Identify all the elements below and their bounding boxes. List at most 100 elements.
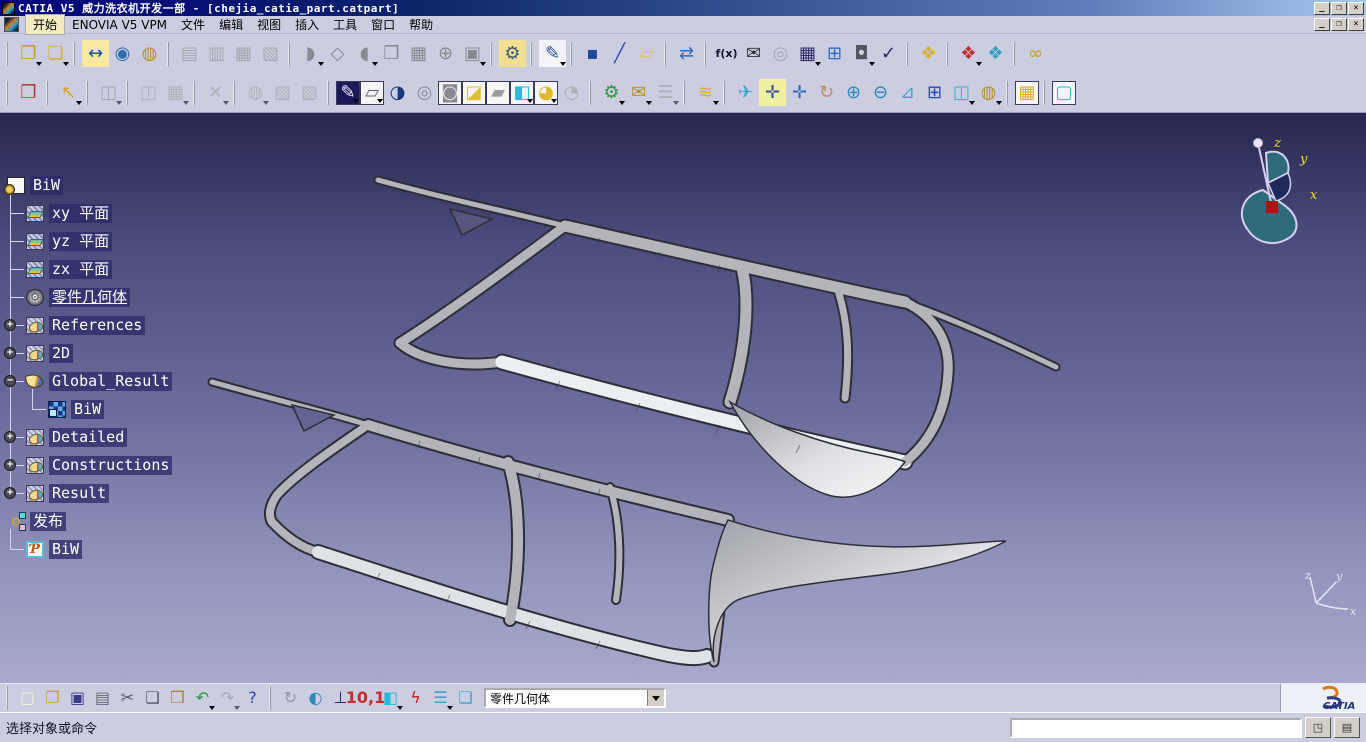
menu-视图[interactable]: 视图 <box>250 15 288 34</box>
swap-space-icon[interactable]: ▢ <box>1052 81 1076 105</box>
dropdown-arrow[interactable] <box>63 62 69 66</box>
fit-all-icon[interactable]: ✛ <box>759 79 786 106</box>
body-selector-combo[interactable]: 零件几何体 <box>484 688 666 708</box>
menu-工具[interactable]: 工具 <box>326 15 364 34</box>
tree-label[interactable]: BiW <box>30 176 63 195</box>
toolbar-handle[interactable] <box>1006 81 1010 105</box>
menu-窗口[interactable]: 窗口 <box>364 15 402 34</box>
toolbar-handle[interactable] <box>1013 42 1017 66</box>
split-solid-icon[interactable]: ◖ <box>351 40 378 67</box>
multi-section-icon[interactable]: ◑ <box>384 79 411 106</box>
tree-label[interactable]: Global_Result <box>49 372 172 391</box>
dropdown-arrow[interactable] <box>996 101 1002 105</box>
tree-label[interactable]: BiW <box>49 540 82 559</box>
tree-label[interactable]: References <box>49 316 145 335</box>
lock-icon[interactable]: ◘ <box>848 40 875 67</box>
hole-icon[interactable]: ◙ <box>438 81 462 105</box>
dropdown-arrow[interactable] <box>713 101 719 105</box>
toolbar-handle[interactable] <box>269 686 273 710</box>
update-gears-icon[interactable]: ⚙ <box>598 79 625 106</box>
zoom-in-icon[interactable]: ⊕ <box>840 79 867 106</box>
print-icon[interactable]: ▤ <box>90 686 115 711</box>
toolbar-handle[interactable] <box>327 81 331 105</box>
rotate-icon[interactable]: ↻ <box>813 79 840 106</box>
open-folder-arrow-icon[interactable]: ❏ <box>42 40 69 67</box>
fly-mode-icon[interactable]: ✈ <box>732 79 759 106</box>
toolbar-handle[interactable] <box>570 42 574 66</box>
close-button[interactable]: ✕ <box>1348 2 1364 15</box>
document-template-icon[interactable]: ❖ <box>982 40 1009 67</box>
tree-item-References[interactable]: + References <box>2 311 262 339</box>
multi-view-icon[interactable]: ⊞ <box>921 79 948 106</box>
dropdown-arrow[interactable] <box>527 99 533 103</box>
tree-expander[interactable]: + <box>4 347 16 359</box>
tree-item-零件几何体[interactable]: ⚙零件几何体 <box>2 283 262 311</box>
import-data-icon[interactable]: ❒ <box>15 79 42 106</box>
menu-文件[interactable]: 文件 <box>174 15 212 34</box>
tree-expander[interactable]: + <box>4 319 16 331</box>
tree-item-Detailed[interactable]: +Detailed <box>2 423 262 451</box>
lock-small-icon[interactable]: ◎ <box>767 40 794 67</box>
bounding-box-icon[interactable]: ▣ <box>459 40 486 67</box>
tree-label[interactable]: 发布 <box>30 512 66 531</box>
toolbar-handle[interactable] <box>946 42 950 66</box>
restore-button[interactable]: ❐ <box>1331 18 1347 31</box>
planes-display-icon[interactable]: ◫ <box>135 79 162 106</box>
tree-expander[interactable]: + <box>4 459 16 471</box>
toolbar-handle[interactable] <box>490 42 494 66</box>
tree-item-xy 平面[interactable]: xy 平面 <box>2 199 262 227</box>
dropdown-arrow[interactable] <box>116 101 122 105</box>
iso-view-icon[interactable]: ◫ <box>948 79 975 106</box>
save-icon[interactable]: ▣ <box>65 686 90 711</box>
open-icon[interactable]: ❐ <box>40 686 65 711</box>
sketcher-icon[interactable]: ✎ <box>336 81 360 105</box>
close-button[interactable]: ✕ <box>1348 18 1364 31</box>
powercopy-icon[interactable]: ❖ <box>915 40 942 67</box>
tree-label[interactable]: zx 平面 <box>49 260 112 279</box>
menu-编辑[interactable]: 编辑 <box>212 15 250 34</box>
blend-icon[interactable]: ◕ <box>534 81 558 105</box>
thick-surface-icon[interactable]: ◗ <box>297 40 324 67</box>
catalog-browser-icon[interactable]: ⚙ <box>499 40 526 67</box>
menu-开始[interactable]: 开始 <box>25 14 65 35</box>
tree-label[interactable]: xy 平面 <box>49 204 112 223</box>
point-icon[interactable]: ▪ <box>579 40 606 67</box>
menu-插入[interactable]: 插入 <box>288 15 326 34</box>
toolbar-handle[interactable] <box>1043 81 1047 105</box>
toolbar-handle[interactable] <box>167 42 171 66</box>
3d-viewport[interactable]: z y x z y x BiWxy 平面yz 平面zx 平面⚙零件几何体+Ref… <box>0 113 1366 683</box>
extrude-icon[interactable]: ▰ <box>486 81 510 105</box>
toolbar-handle[interactable] <box>46 81 50 105</box>
redo-icon[interactable]: ↷ <box>215 686 240 711</box>
toolbar-handle[interactable] <box>6 42 10 66</box>
view-exchange-icon[interactable]: ⇄ <box>673 40 700 67</box>
toolbar-handle[interactable] <box>86 81 90 105</box>
toolbar-handle[interactable] <box>6 81 10 105</box>
relations-icon[interactable]: ⊞ <box>821 40 848 67</box>
tree-item-BiW[interactable]: ƤBiW <box>2 535 262 563</box>
tree-item-发布[interactable]: ⚙发布 <box>2 507 262 535</box>
hide-show-icon[interactable]: ▦ <box>1015 81 1039 105</box>
update-icon[interactable]: ↻ <box>278 686 303 711</box>
dropdown-arrow[interactable] <box>183 101 189 105</box>
toolbar-handle[interactable] <box>73 42 77 66</box>
design-table-icon[interactable]: ▦ <box>794 40 821 67</box>
tree-expander[interactable]: + <box>4 431 16 443</box>
shade-a-icon[interactable]: ▨ <box>269 79 296 106</box>
toolbar-handle[interactable] <box>288 42 292 66</box>
annotation-icon[interactable]: ✉ <box>625 79 652 106</box>
normal-view-icon[interactable]: ⊿ <box>894 79 921 106</box>
body-side-frame-upper[interactable] <box>378 180 1056 497</box>
undo-icon[interactable]: ↶ <box>190 686 215 711</box>
toolbar-handle[interactable] <box>6 686 10 710</box>
sew-surface-icon[interactable]: ❒ <box>378 40 405 67</box>
body-tool-3-icon[interactable]: ▦ <box>230 40 257 67</box>
body-tool-1-icon[interactable]: ▤ <box>176 40 203 67</box>
tree-label[interactable]: BiW <box>71 400 104 419</box>
surfaces-stack-icon[interactable]: ≋ <box>692 79 719 106</box>
dropdown-arrow[interactable] <box>673 101 679 105</box>
snap-icon[interactable]: ✕ <box>202 79 229 106</box>
new-icon[interactable]: ▢ <box>15 686 40 711</box>
sweep-surface-icon[interactable]: ◪ <box>462 81 486 105</box>
line-icon[interactable]: ╱ <box>606 40 633 67</box>
